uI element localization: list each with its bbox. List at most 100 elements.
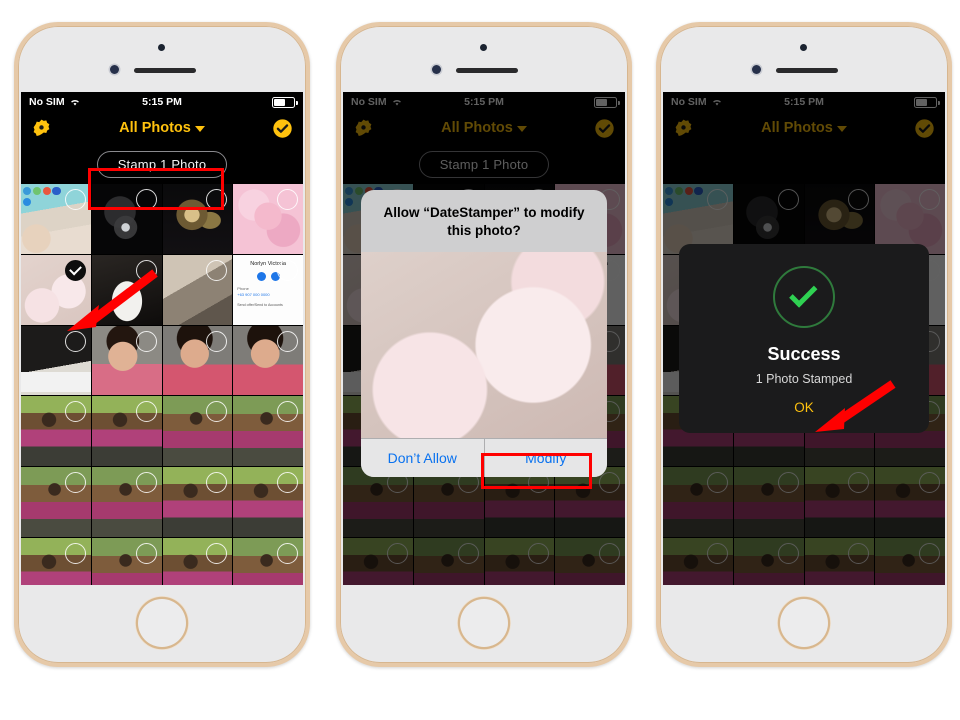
home-button[interactable] bbox=[460, 599, 508, 647]
app-icon bbox=[345, 197, 354, 207]
photo-thumbnail[interactable] bbox=[663, 537, 733, 585]
photo-select-circle[interactable] bbox=[777, 542, 799, 564]
photo-thumbnail[interactable] bbox=[804, 537, 875, 585]
photo-select-circle[interactable] bbox=[277, 330, 298, 352]
photo-thumbnail[interactable] bbox=[484, 537, 555, 585]
photo-select-circle[interactable] bbox=[206, 259, 228, 281]
album-title: All Photos bbox=[761, 120, 847, 136]
photo-select-circle[interactable] bbox=[206, 330, 228, 352]
photo-select-circle[interactable] bbox=[599, 472, 620, 493]
photo-select-circle[interactable] bbox=[777, 189, 799, 210]
photo-select-circle[interactable] bbox=[64, 401, 86, 423]
earpiece-speaker bbox=[776, 68, 838, 73]
photo-thumbnail[interactable] bbox=[555, 467, 625, 537]
photo-select-circle[interactable] bbox=[848, 542, 870, 564]
photo-thumbnail[interactable] bbox=[233, 396, 303, 466]
photo-thumbnail[interactable] bbox=[91, 184, 162, 254]
photo-thumbnail[interactable] bbox=[21, 396, 91, 466]
photo-select-circle[interactable] bbox=[386, 542, 408, 564]
photo-select-circle[interactable] bbox=[277, 472, 298, 493]
album-title[interactable]: All Photos bbox=[119, 120, 205, 136]
photo-thumbnail[interactable] bbox=[91, 254, 162, 325]
photo-thumbnail[interactable] bbox=[233, 325, 303, 396]
photo-thumbnail[interactable] bbox=[663, 467, 733, 537]
photo-select-circle[interactable] bbox=[277, 259, 298, 281]
photo-select-circle[interactable] bbox=[135, 542, 157, 564]
photo-thumbnail[interactable] bbox=[162, 254, 233, 325]
photo-select-circle[interactable] bbox=[599, 542, 620, 564]
status-bar-right bbox=[594, 96, 620, 108]
photo-thumbnail[interactable] bbox=[162, 184, 233, 254]
photo-select-circle[interactable] bbox=[135, 330, 157, 352]
photo-thumbnail[interactable] bbox=[413, 537, 484, 585]
app-icon bbox=[42, 186, 51, 196]
photo-select-circle[interactable] bbox=[277, 542, 298, 564]
photo-thumbnail[interactable] bbox=[555, 537, 625, 585]
photo-thumbnail[interactable] bbox=[343, 467, 413, 537]
photo-select-circle[interactable] bbox=[919, 542, 940, 564]
photo-thumbnail[interactable] bbox=[233, 184, 303, 254]
photo-thumbnail[interactable] bbox=[733, 467, 804, 537]
photo-thumbnail[interactable]: Norlyn VictoriaPhone+63 907 000 0000Send… bbox=[233, 254, 303, 325]
photo-thumbnail[interactable] bbox=[413, 467, 484, 537]
photo-thumbnail[interactable] bbox=[233, 467, 303, 537]
photo-thumbnail[interactable] bbox=[162, 325, 233, 396]
photo-thumbnail[interactable] bbox=[875, 537, 945, 585]
photo-thumbnail[interactable] bbox=[91, 396, 162, 466]
photo-select-circle[interactable] bbox=[135, 472, 157, 493]
home-button[interactable] bbox=[780, 599, 828, 647]
gear-icon[interactable] bbox=[31, 118, 52, 139]
photo-thumbnail[interactable] bbox=[875, 467, 945, 537]
photo-thumbnail[interactable] bbox=[484, 467, 555, 537]
photo-thumbnail[interactable] bbox=[733, 537, 804, 585]
photo-select-circle[interactable] bbox=[206, 542, 228, 564]
photo-select-circle[interactable] bbox=[706, 472, 728, 493]
photo-select-circle[interactable] bbox=[135, 259, 157, 281]
photo-thumbnail[interactable] bbox=[21, 254, 91, 325]
bottom-bezel bbox=[340, 585, 628, 663]
photo-select-circle[interactable] bbox=[64, 472, 86, 493]
photo-thumbnail[interactable] bbox=[21, 467, 91, 537]
modify-button[interactable]: Modify bbox=[483, 439, 607, 478]
photo-grid[interactable]: Norlyn Victoria Phone +63 907 000 0000 Send… bbox=[21, 184, 303, 585]
photo-select-circle[interactable] bbox=[528, 542, 550, 564]
photo-thumbnail[interactable] bbox=[162, 396, 233, 466]
app-icon bbox=[665, 186, 674, 196]
photo-select-circle[interactable] bbox=[64, 330, 86, 352]
photo-thumbnail[interactable] bbox=[804, 467, 875, 537]
photo-select-circle[interactable] bbox=[277, 189, 298, 210]
phone-2-screen: No SIM 5:15 PM All Photos Stamp 1 Photo … bbox=[343, 92, 625, 585]
ok-button[interactable]: OK bbox=[794, 400, 814, 415]
battery-fill bbox=[274, 98, 285, 106]
front-camera-icon bbox=[480, 44, 487, 51]
photo-thumbnail[interactable] bbox=[91, 325, 162, 396]
dont-allow-button[interactable]: Don’t Allow bbox=[361, 439, 484, 478]
photo-thumbnail[interactable] bbox=[162, 537, 233, 585]
photo-thumbnail[interactable] bbox=[233, 537, 303, 585]
photo-selected-badge[interactable] bbox=[64, 259, 86, 281]
photo-thumbnail[interactable] bbox=[91, 467, 162, 537]
photo-select-circle[interactable] bbox=[457, 542, 479, 564]
status-bar-left: No SIM bbox=[29, 96, 81, 108]
photo-thumbnail[interactable] bbox=[162, 467, 233, 537]
photo-select-circle[interactable] bbox=[135, 401, 157, 423]
photo-thumbnail[interactable] bbox=[91, 537, 162, 585]
photo-select-circle[interactable] bbox=[777, 472, 799, 493]
stamp-photo-button[interactable]: Stamp 1 Photo bbox=[96, 150, 228, 178]
photo-thumbnail[interactable] bbox=[343, 537, 413, 585]
status-bar-left: No SIM bbox=[351, 96, 403, 108]
check-circle-icon[interactable] bbox=[272, 118, 293, 139]
home-button[interactable] bbox=[138, 599, 186, 647]
photo-select-circle[interactable] bbox=[135, 189, 157, 210]
phone-3-screen: No SIM 5:15 PM All Photos Success 1 Phot… bbox=[663, 92, 945, 585]
bottom-bezel bbox=[660, 585, 948, 663]
photo-select-circle[interactable] bbox=[706, 189, 728, 210]
photo-thumbnail[interactable] bbox=[21, 184, 91, 254]
photo-thumbnail[interactable] bbox=[21, 325, 91, 396]
photo-select-circle[interactable] bbox=[706, 542, 728, 564]
photo-select-circle[interactable] bbox=[919, 189, 940, 210]
photo-select-circle[interactable] bbox=[919, 472, 940, 493]
photo-thumbnail[interactable] bbox=[21, 537, 91, 585]
photo-select-circle[interactable] bbox=[64, 542, 86, 564]
photo-select-circle[interactable] bbox=[64, 189, 86, 210]
